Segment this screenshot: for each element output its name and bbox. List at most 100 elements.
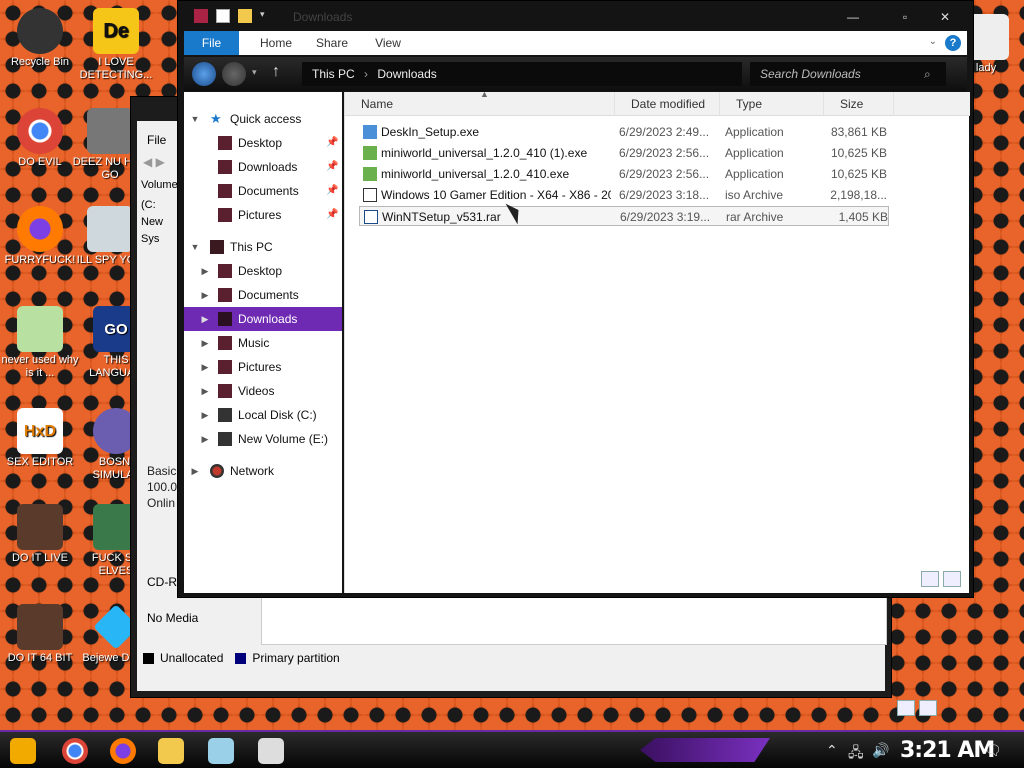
expand-icon[interactable]: ▶ bbox=[190, 459, 200, 483]
desktop-icon-do-evil[interactable]: DO EVIL bbox=[0, 108, 80, 169]
desktop-icon-sex-editor[interactable]: HxD SEX EDITOR bbox=[0, 408, 80, 469]
nav-quick-access[interactable]: ▼ ★ Quick access bbox=[184, 107, 342, 131]
tab-file[interactable]: File bbox=[184, 31, 239, 55]
app-icon[interactable] bbox=[208, 738, 234, 764]
nav-pc-videos[interactable]: ▶ Videos bbox=[184, 379, 342, 403]
column-volume[interactable]: Volume bbox=[141, 179, 178, 191]
tab-home[interactable]: Home bbox=[254, 31, 298, 55]
nav-qa-pictures[interactable]: Pictures 📌 bbox=[184, 203, 342, 227]
expand-icon[interactable]: ▶ bbox=[200, 403, 210, 427]
chrome-icon[interactable] bbox=[62, 738, 88, 764]
expand-icon[interactable]: ▶ bbox=[200, 331, 210, 355]
details-view-icon[interactable] bbox=[897, 700, 915, 716]
expand-icon[interactable]: ▶ bbox=[200, 427, 210, 451]
breadcrumb-separator: › bbox=[364, 67, 369, 81]
start-button[interactable] bbox=[10, 738, 36, 764]
nav-pc-pictures[interactable]: ▶ Pictures bbox=[184, 355, 342, 379]
firefox-icon[interactable] bbox=[110, 738, 136, 764]
navigation-pane: ▼ ★ Quick access Desktop 📌 Downloads 📌 D… bbox=[184, 92, 342, 593]
close-button[interactable]: ✕ bbox=[930, 7, 960, 27]
explorer-window[interactable]: ▾ Downloads — ▫ ✕ File Home Share View ⌄… bbox=[177, 0, 974, 598]
show-hidden-icons[interactable]: ⌃ bbox=[826, 742, 838, 759]
nav-label: Documents bbox=[238, 184, 299, 198]
nav-qa-downloads[interactable]: Downloads 📌 bbox=[184, 155, 342, 179]
menu-file[interactable]: File bbox=[147, 133, 166, 147]
nav-pc-music[interactable]: ▶ Music bbox=[184, 331, 342, 355]
nav-this-pc[interactable]: ▼ This PC bbox=[184, 235, 342, 259]
network-icon[interactable]: 🖧 bbox=[848, 742, 864, 766]
disk-management-icon[interactable] bbox=[258, 738, 284, 764]
help-icon[interactable]: ? bbox=[945, 35, 961, 51]
file-row[interactable]: Windows 10 Gamer Edition - X64 - X86 - 2… bbox=[359, 185, 889, 205]
desktop-icon-do-it-live[interactable]: DO IT LIVE bbox=[0, 504, 80, 565]
pin-icon[interactable]: 📌 bbox=[326, 179, 338, 203]
desktop-icon-detecting[interactable]: De I LOVE DETECTING... bbox=[76, 8, 156, 82]
up-arrow-icon[interactable]: ↑ bbox=[272, 63, 280, 81]
nav-pc-local-disk[interactable]: ▶ Local Disk (C:) bbox=[184, 403, 342, 427]
back-nav-arrows[interactable]: ◀ ▶ bbox=[143, 155, 173, 169]
cdrom-partition[interactable] bbox=[261, 597, 887, 645]
back-button[interactable] bbox=[192, 62, 216, 86]
nav-pc-downloads[interactable]: ▶ Downloads bbox=[184, 307, 342, 331]
volume-icon[interactable]: 🔊 bbox=[872, 742, 889, 759]
search-icon[interactable]: ⌕ bbox=[924, 67, 931, 82]
clock[interactable]: 3:21 AM bbox=[900, 738, 995, 763]
collapse-icon[interactable]: ▼ bbox=[190, 235, 200, 259]
column-type[interactable]: Type bbox=[720, 92, 824, 116]
nav-qa-documents[interactable]: Documents 📌 bbox=[184, 179, 342, 203]
nav-network[interactable]: ▶ Network bbox=[184, 459, 342, 483]
volume-item[interactable]: (C: bbox=[141, 197, 181, 214]
file-row[interactable]: DeskIn_Setup.exe 6/29/2023 2:49... Appli… bbox=[359, 122, 889, 142]
maximize-button[interactable]: ▫ bbox=[890, 7, 920, 27]
volume-item[interactable]: New bbox=[141, 214, 181, 231]
file-size: 83,861 KB bbox=[830, 125, 887, 139]
nav-pc-new-volume[interactable]: ▶ New Volume (E:) bbox=[184, 427, 342, 451]
nav-qa-desktop[interactable]: Desktop 📌 bbox=[184, 131, 342, 155]
large-icons-view-icon[interactable] bbox=[919, 700, 937, 716]
pin-icon[interactable]: 📌 bbox=[326, 155, 338, 179]
file-row[interactable]: miniworld_universal_1.2.0_410 (1).exe 6/… bbox=[359, 143, 889, 163]
pin-icon[interactable]: 📌 bbox=[326, 131, 338, 155]
file-name: miniworld_universal_1.2.0_410 (1).exe bbox=[381, 146, 588, 160]
tab-share[interactable]: Share bbox=[310, 31, 354, 55]
column-size[interactable]: Size bbox=[824, 92, 894, 116]
file-row[interactable]: WinNTSetup_v531.rar 6/29/2023 3:19... ra… bbox=[359, 206, 889, 226]
file-size: 1,405 KB bbox=[838, 210, 888, 224]
file-explorer-icon[interactable] bbox=[158, 738, 184, 764]
tab-view[interactable]: View bbox=[368, 31, 408, 55]
collapse-icon[interactable]: ▼ bbox=[190, 107, 200, 131]
file-row[interactable]: miniworld_universal_1.2.0_410.exe 6/29/2… bbox=[359, 164, 889, 184]
details-view-icon[interactable] bbox=[921, 571, 939, 587]
chevron-down-icon[interactable]: ▾ bbox=[260, 9, 274, 23]
desktop-icon-recycle-bin[interactable]: Recycle Bin bbox=[0, 8, 80, 69]
expand-icon[interactable]: ▶ bbox=[200, 307, 210, 331]
expand-icon[interactable]: ▶ bbox=[200, 283, 210, 307]
expand-icon[interactable]: ▶ bbox=[200, 259, 210, 283]
new-folder-icon[interactable] bbox=[238, 9, 252, 23]
notifications-icon[interactable]: 🗨 bbox=[984, 742, 1002, 759]
column-date-modified[interactable]: Date modified bbox=[615, 92, 720, 116]
recent-locations-icon[interactable]: ▾ bbox=[252, 67, 257, 78]
expand-icon[interactable]: ▶ bbox=[200, 355, 210, 379]
breadcrumb-current[interactable]: Downloads bbox=[377, 67, 436, 81]
volume-item[interactable]: Sys bbox=[141, 231, 181, 248]
properties-icon[interactable] bbox=[216, 9, 230, 23]
file-size: 2,198,18... bbox=[830, 188, 887, 202]
large-icons-view-icon[interactable] bbox=[943, 571, 961, 587]
ribbon-expand-icon[interactable]: ⌄ bbox=[929, 36, 937, 47]
network-icon bbox=[210, 464, 224, 478]
desktop-icon-do-it-64[interactable]: DO IT 64 BIT bbox=[0, 604, 80, 665]
title-bar[interactable]: ▾ Downloads — ▫ ✕ bbox=[178, 1, 973, 31]
desktop-icon-never-used[interactable]: never used why is it ... bbox=[0, 306, 80, 380]
forward-button[interactable] bbox=[222, 62, 246, 86]
pin-icon[interactable]: 📌 bbox=[326, 203, 338, 227]
breadcrumb-root[interactable]: This PC bbox=[312, 67, 355, 81]
nav-pc-desktop[interactable]: ▶ Desktop bbox=[184, 259, 342, 283]
legend-label: Unallocated bbox=[160, 651, 224, 665]
nav-pc-documents[interactable]: ▶ Documents bbox=[184, 283, 342, 307]
expand-icon[interactable]: ▶ bbox=[200, 379, 210, 403]
desktop-icon-furryfuck[interactable]: FURRYFUCK! bbox=[0, 206, 80, 267]
search-input[interactable]: Search Downloads bbox=[750, 62, 946, 86]
address-bar[interactable]: This PC › Downloads bbox=[302, 62, 742, 86]
minimize-button[interactable]: — bbox=[838, 7, 868, 27]
